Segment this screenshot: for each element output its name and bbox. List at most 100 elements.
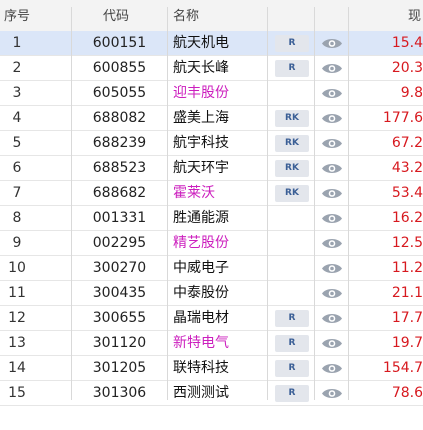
stock-code: 002295 <box>92 235 147 251</box>
table-row[interactable]: 8 001331 胜通能源 16.2 <box>0 206 423 231</box>
stock-name: 航天环宇 <box>173 160 229 176</box>
table-row[interactable]: 7 688682 霍莱沃 RK 53.4 <box>0 181 423 206</box>
stock-list-grid: 序号 代码 名称 现 1 600151 航天机电 R 15.4 2 600855 航天长峰 R 2… <box>0 0 423 430</box>
column-divider <box>348 7 349 400</box>
stock-code: 688082 <box>92 110 147 126</box>
table-row[interactable]: 13 301120 新特电气 R 19.7 <box>0 331 423 356</box>
table-row[interactable]: 9 002295 精艺股份 12.5 <box>0 231 423 256</box>
header-price[interactable]: 现 <box>408 0 421 31</box>
table-row[interactable]: 15 301306 西测测试 R 78.6 <box>0 381 423 406</box>
margin-badge[interactable]: RK <box>275 110 309 127</box>
column-divider <box>71 7 72 400</box>
eye-icon[interactable] <box>321 237 343 250</box>
row-index: 15 <box>8 385 26 401</box>
table-row[interactable]: 10 300270 中威电子 11.2 <box>0 256 423 281</box>
eye-icon[interactable] <box>321 387 343 400</box>
table-row[interactable]: 14 301205 联特科技 R 154.7 <box>0 356 423 381</box>
current-price: 154.7 <box>382 360 423 376</box>
current-price: 19.7 <box>391 335 423 351</box>
current-price: 17.7 <box>391 310 423 326</box>
stock-code: 688239 <box>92 135 147 151</box>
margin-badge[interactable]: RK <box>275 135 309 152</box>
table-row[interactable]: 2 600855 航天长峰 R 20.3 <box>0 56 423 81</box>
margin-badge[interactable]: R <box>275 310 309 327</box>
eye-icon[interactable] <box>321 87 343 100</box>
current-price: 15.4 <box>391 35 423 51</box>
header-name[interactable]: 名称 <box>173 0 199 31</box>
row-index: 7 <box>12 185 22 201</box>
current-price: 21.1 <box>391 285 423 301</box>
row-index: 1 <box>12 35 22 51</box>
stock-code: 301205 <box>92 360 147 376</box>
eye-icon[interactable] <box>321 187 343 200</box>
stock-name: 迎丰股份 <box>173 85 229 101</box>
stock-name: 晶瑞电材 <box>173 310 229 326</box>
stock-name: 航天长峰 <box>173 60 229 76</box>
stock-name: 航宇科技 <box>173 135 229 151</box>
row-index: 6 <box>12 160 22 176</box>
stock-code: 301120 <box>92 335 147 351</box>
row-index: 5 <box>12 135 22 151</box>
stock-name: 新特电气 <box>173 335 229 351</box>
eye-icon[interactable] <box>321 287 343 300</box>
row-index: 9 <box>12 235 22 251</box>
margin-badge[interactable]: RK <box>275 160 309 177</box>
row-index: 14 <box>8 360 26 376</box>
stock-name: 航天机电 <box>173 35 229 51</box>
eye-icon[interactable] <box>321 137 343 150</box>
current-price: 16.2 <box>391 210 423 226</box>
stock-code: 688523 <box>92 160 147 176</box>
eye-icon[interactable] <box>321 212 343 225</box>
current-price: 67.2 <box>391 135 423 151</box>
stock-name: 精艺股份 <box>173 235 229 251</box>
table-row[interactable]: 1 600151 航天机电 R 15.4 <box>0 31 423 56</box>
margin-badge[interactable]: R <box>275 360 309 377</box>
column-divider <box>267 7 268 400</box>
current-price: 12.5 <box>391 235 423 251</box>
header-code[interactable]: 代码 <box>103 0 129 31</box>
stock-code: 688682 <box>92 185 147 201</box>
margin-badge[interactable]: RK <box>275 185 309 202</box>
stock-code: 600855 <box>92 60 147 76</box>
stock-code: 605055 <box>92 85 147 101</box>
table-row[interactable]: 12 300655 晶瑞电材 R 17.7 <box>0 306 423 331</box>
row-index: 3 <box>12 85 22 101</box>
margin-badge[interactable]: R <box>275 60 309 77</box>
eye-icon[interactable] <box>321 262 343 275</box>
stock-name: 中泰股份 <box>173 285 229 301</box>
current-price: 20.3 <box>391 60 423 76</box>
stock-code: 600151 <box>92 35 147 51</box>
row-index: 10 <box>8 260 26 276</box>
current-price: 11.2 <box>391 260 423 276</box>
margin-badge[interactable]: R <box>275 35 309 52</box>
stock-name: 中威电子 <box>173 260 229 276</box>
margin-badge[interactable]: R <box>275 335 309 352</box>
stock-code: 300655 <box>92 310 147 326</box>
stock-code: 300270 <box>92 260 147 276</box>
row-index: 12 <box>8 310 26 326</box>
stock-name: 胜通能源 <box>173 210 229 226</box>
eye-icon[interactable] <box>321 312 343 325</box>
column-divider <box>314 7 315 400</box>
eye-icon[interactable] <box>321 37 343 50</box>
eye-icon[interactable] <box>321 337 343 350</box>
table-row[interactable]: 11 300435 中泰股份 21.1 <box>0 281 423 306</box>
eye-icon[interactable] <box>321 112 343 125</box>
row-index: 4 <box>12 110 22 126</box>
table-row[interactable]: 4 688082 盛美上海 RK 177.6 <box>0 106 423 131</box>
row-index: 8 <box>12 210 22 226</box>
current-price: 53.4 <box>391 185 423 201</box>
header-index[interactable]: 序号 <box>4 0 30 31</box>
eye-icon[interactable] <box>321 62 343 75</box>
table-row[interactable]: 5 688239 航宇科技 RK 67.2 <box>0 131 423 156</box>
eye-icon[interactable] <box>321 362 343 375</box>
eye-icon[interactable] <box>321 162 343 175</box>
stock-code: 001331 <box>92 210 147 226</box>
table-header: 序号 代码 名称 现 <box>0 0 423 32</box>
current-price: 43.2 <box>391 160 423 176</box>
row-index: 2 <box>12 60 22 76</box>
table-row[interactable]: 6 688523 航天环宇 RK 43.2 <box>0 156 423 181</box>
table-row[interactable]: 3 605055 迎丰股份 9.8 <box>0 81 423 106</box>
margin-badge[interactable]: R <box>275 385 309 402</box>
stock-name: 盛美上海 <box>173 110 229 126</box>
